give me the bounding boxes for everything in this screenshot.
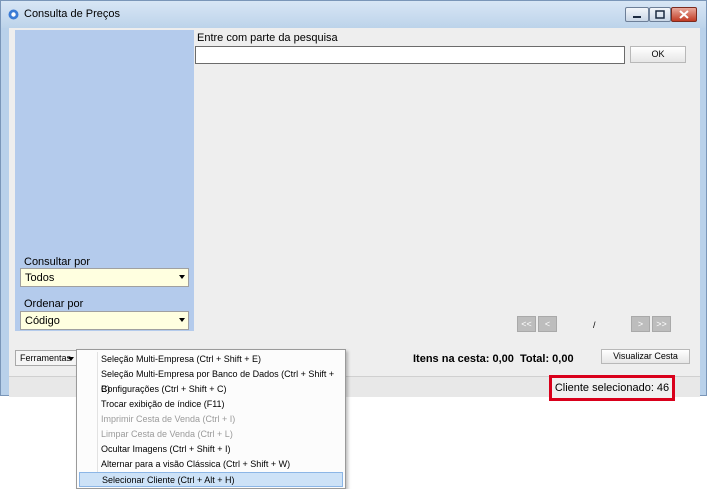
maximize-icon xyxy=(655,10,665,19)
first-page-button[interactable]: << xyxy=(517,316,536,332)
consultar-por-select[interactable]: Todos xyxy=(20,268,189,287)
chevron-down-icon xyxy=(179,275,185,279)
menu-item-label: Alternar para a visão Clássica (Ctrl + S… xyxy=(101,459,291,469)
client-selected-text: Cliente selecionado: 46 xyxy=(554,382,670,394)
menu-item-multi-empresa-banco[interactable]: Seleção Multi-Empresa por Banco de Dados… xyxy=(79,367,343,394)
ordenar-por-select[interactable]: Código xyxy=(20,311,189,330)
menu-item-label: Imprimir Cesta de Venda (Ctrl + I) xyxy=(101,414,236,424)
close-icon xyxy=(679,10,689,19)
ordenar-por-value: Código xyxy=(25,315,60,327)
tools-context-menu: Seleção Multi-Empresa (Ctrl + Shift + E)… xyxy=(76,349,346,489)
menu-item-visao-classica[interactable]: Alternar para a visão Clássica (Ctrl + S… xyxy=(79,457,343,472)
consultar-por-value: Todos xyxy=(25,272,55,284)
chevron-down-icon xyxy=(68,357,74,361)
close-button[interactable] xyxy=(671,7,697,22)
title-bar[interactable]: Consulta de Preços xyxy=(1,1,706,28)
next-page-button[interactable]: > xyxy=(631,316,650,332)
menu-item-label: Selecionar Cliente (Ctrl + Alt + H) xyxy=(102,475,235,485)
menu-item-limpar-cesta: Limpar Cesta de Venda (Ctrl + L) xyxy=(79,427,343,442)
search-label: Entre com parte da pesquisa xyxy=(197,32,338,44)
minimize-button[interactable] xyxy=(625,7,649,22)
menu-item-label: Configurações (Ctrl + Shift + C) xyxy=(101,384,227,394)
consultar-por-label: Consultar por xyxy=(24,256,91,268)
filter-panel: Consultar por Todos Ordenar por Código xyxy=(15,30,194,331)
tools-label: Ferramentas xyxy=(20,353,72,363)
menu-item-label: Seleção Multi-Empresa (Ctrl + Shift + E) xyxy=(101,354,262,364)
menu-item-ocultar-imagens[interactable]: Ocultar Imagens (Ctrl + Shift + I) xyxy=(79,442,343,457)
menu-item-label: Trocar exibição de índice (F11) xyxy=(101,399,225,409)
menu-item-trocar-indice[interactable]: Trocar exibição de índice (F11) xyxy=(79,397,343,412)
menu-item-multi-empresa[interactable]: Seleção Multi-Empresa (Ctrl + Shift + E) xyxy=(79,352,343,367)
minimize-icon xyxy=(633,16,641,18)
menu-item-imprimir-cesta: Imprimir Cesta de Venda (Ctrl + I) xyxy=(79,412,343,427)
price-lookup-window: Consulta de Preços Consultar por Todos O… xyxy=(0,0,707,397)
app-icon xyxy=(8,9,19,20)
window-title: Consulta de Preços xyxy=(24,8,120,20)
maximize-button[interactable] xyxy=(649,7,671,22)
menu-item-label: Limpar Cesta de Venda (Ctrl + L) xyxy=(101,429,233,439)
cart-items-count: Itens na cesta: 0,00 xyxy=(413,353,514,365)
ok-button[interactable]: OK xyxy=(630,46,686,63)
window-client-area: Consultar por Todos Ordenar por Código E… xyxy=(9,28,700,397)
page-indicator: / xyxy=(593,320,596,330)
tools-dropdown[interactable]: Ferramentas xyxy=(15,350,78,366)
ordenar-por-label: Ordenar por xyxy=(24,298,84,310)
last-page-button[interactable]: >> xyxy=(652,316,671,332)
prev-page-button[interactable]: < xyxy=(538,316,557,332)
view-cart-button[interactable]: Visualizar Cesta xyxy=(601,349,690,364)
chevron-down-icon xyxy=(179,318,185,322)
client-selected-status: Cliente selecionado: 46 xyxy=(549,375,675,401)
cart-total: Total: 0,00 xyxy=(520,353,574,365)
menu-item-configuracoes[interactable]: Configurações (Ctrl + Shift + C) xyxy=(79,382,343,397)
menu-item-label: Ocultar Imagens (Ctrl + Shift + I) xyxy=(101,444,231,454)
menu-item-selecionar-cliente[interactable]: Selecionar Cliente (Ctrl + Alt + H) xyxy=(79,472,343,487)
search-input[interactable] xyxy=(195,46,625,64)
